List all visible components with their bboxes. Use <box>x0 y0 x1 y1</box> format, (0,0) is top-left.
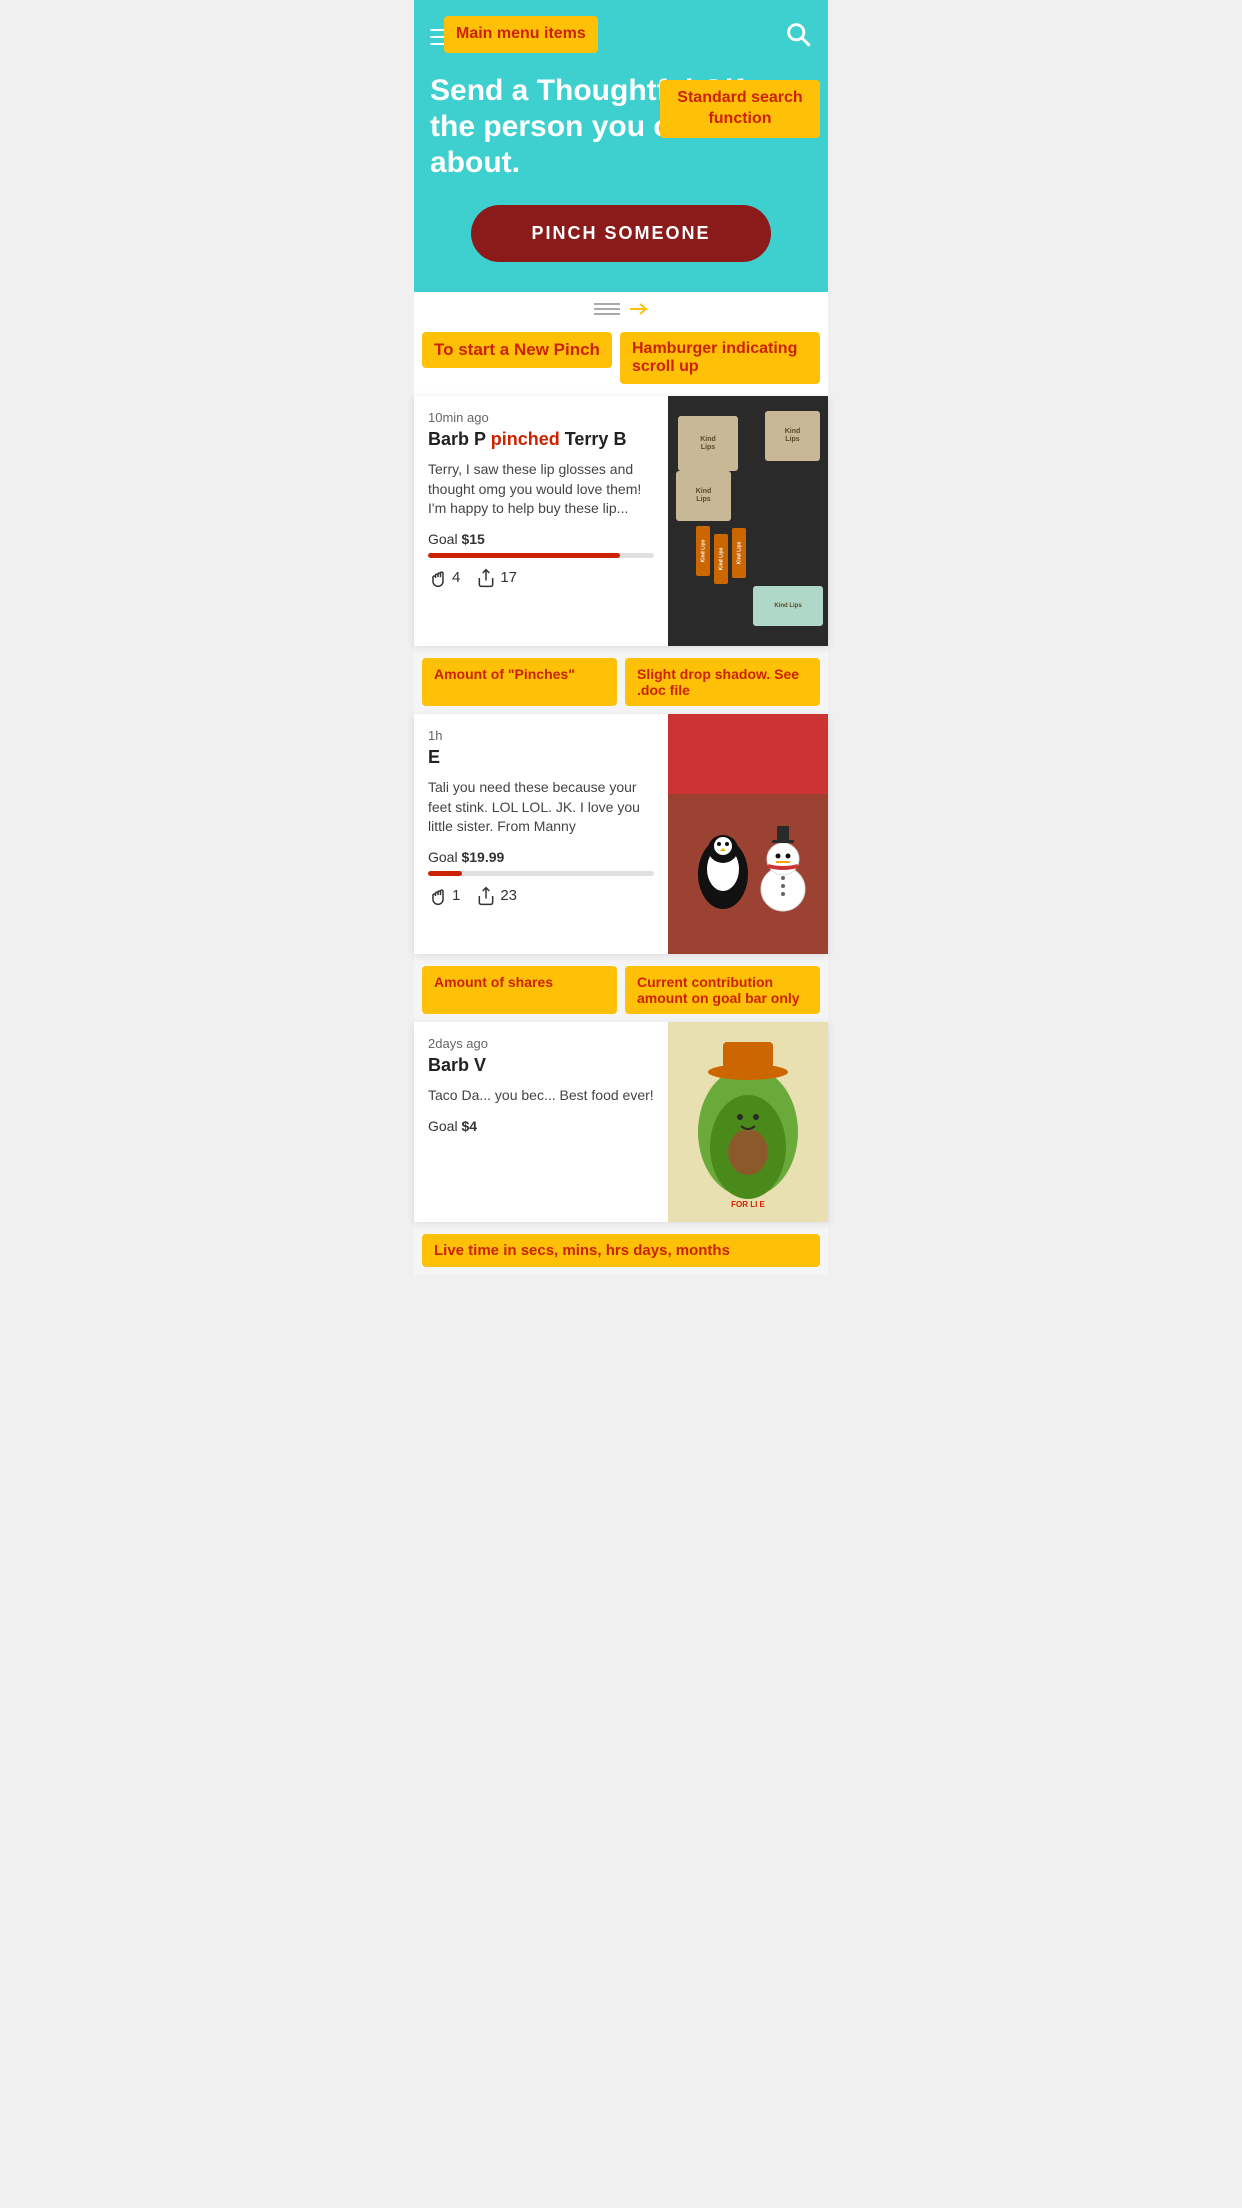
feed-card-1: 10min ago Barb P pinched Terry B Terry, … <box>414 396 828 646</box>
card-2-timestamp: 1h <box>428 728 654 743</box>
svg-text:FOR LI E: FOR LI E <box>731 1200 765 1209</box>
hand-icon <box>428 568 448 588</box>
kindlips-product-image: KindLips KindLips KindLips Kind Lips Kin… <box>668 396 828 646</box>
card-1-headline: Barb P pinched Terry B <box>428 429 654 450</box>
card-2-actions: 1 23 <box>428 886 654 906</box>
card-3-left: 2days ago Barb V Taco Da... you bec... B… <box>414 1022 668 1222</box>
card-2-container: 1h E ··· Tali you need these because you… <box>414 714 828 1022</box>
card-1-image: KindLips KindLips KindLips Kind Lips Kin… <box>668 396 828 646</box>
feed-card-2: 1h E ··· Tali you need these because you… <box>414 714 828 954</box>
card-2-headline: E <box>428 747 654 768</box>
socks-product-image <box>668 714 828 954</box>
card-1-timestamp: 10min ago <box>428 410 654 425</box>
card-2-goal-bar <box>428 871 654 876</box>
annotation-drop-shadow: Slight drop shadow. See .doc file <box>625 658 820 706</box>
card-1-body: Terry, I saw these lip glosses and thoug… <box>428 460 654 519</box>
card-3-container: 2days ago Barb V Taco Da... you bec... B… <box>414 1022 828 1275</box>
card-3-annotation: Live time in secs, mins, hrs days, month… <box>414 1230 828 1275</box>
card-1-share-count: 17 <box>500 569 517 586</box>
card-2-image <box>668 714 828 954</box>
card-2-left: 1h E ··· Tali you need these because you… <box>414 714 668 954</box>
card-1-goal-bar <box>428 553 654 558</box>
search-icon[interactable] <box>784 20 812 53</box>
card-1-annotations: Amount of "Pinches" Slight drop shadow. … <box>414 654 828 714</box>
card-1-goal: Goal $15 <box>428 531 654 547</box>
socks-svg <box>668 714 828 954</box>
card-3-user: Barb V <box>428 1055 486 1075</box>
annotation-hamburger-scroll: Hamburger indicating scroll up <box>620 332 820 384</box>
arrow-right-icon <box>630 303 650 315</box>
card-1-left: 10min ago Barb P pinched Terry B Terry, … <box>414 396 668 646</box>
annotation-row: To start a New Pinch Hamburger indicatin… <box>414 326 828 396</box>
card-3-goal: Goal $4 <box>428 1118 654 1134</box>
annotation-amount-pinches: Amount of "Pinches" <box>422 658 617 706</box>
share-icon <box>476 568 496 588</box>
card-3-image: FOR LI E <box>668 1022 828 1222</box>
card-3-body: Taco Da... you bec... Best food ever! <box>428 1086 654 1106</box>
feed-card-3: 2days ago Barb V Taco Da... you bec... B… <box>414 1022 828 1222</box>
annotation-contribution: Current contribution amount on goal bar … <box>625 966 820 1014</box>
card-2-pinch-button[interactable]: 1 <box>428 886 460 906</box>
card-1-action: pinched <box>491 429 560 449</box>
card-2-share-button[interactable]: 23 <box>476 886 517 906</box>
card-2-body: Tali you need these because your feet st… <box>428 778 654 837</box>
card-2-goal: Goal $19.99 <box>428 849 654 865</box>
annotation-live-time: Live time in secs, mins, hrs days, month… <box>422 1234 820 1267</box>
scroll-annotation-section: To start a New Pinch Hamburger indicatin… <box>414 292 828 396</box>
annotation-new-pinch: To start a New Pinch <box>422 332 612 368</box>
hand-icon-2 <box>428 886 448 906</box>
scroll-indicator <box>414 292 828 326</box>
card-1-pinch-button[interactable]: 4 <box>428 568 460 588</box>
card-2-user: E <box>428 747 440 767</box>
card-2-goal-fill <box>428 871 462 876</box>
card-2-annotations: Amount of shares Current contribution am… <box>414 962 828 1022</box>
card-3-headline: Barb V <box>428 1055 654 1076</box>
card-1-recipient: Terry B <box>565 429 627 449</box>
app-header: Main menu items Standard search function… <box>414 0 828 292</box>
card-1-user: Barb P <box>428 429 486 449</box>
annotation-amount-shares: Amount of shares <box>422 966 617 1014</box>
feed: 10min ago Barb P pinched Terry B Terry, … <box>414 396 828 1275</box>
card-2-share-count: 23 <box>500 887 517 904</box>
card-1-container: 10min ago Barb P pinched Terry B Terry, … <box>414 396 828 714</box>
card-1-goal-fill <box>428 553 620 558</box>
card-1-actions: 4 17 <box>428 568 654 588</box>
annotation-main-menu: Main menu items <box>444 16 598 53</box>
annotation-search: Standard search function <box>660 80 820 138</box>
card-3-timestamp: 2days ago <box>428 1036 654 1051</box>
share-icon-2 <box>476 886 496 906</box>
card-2-pinch-count: 1 <box>452 887 460 904</box>
taco-product-image: FOR LI E <box>668 1022 828 1222</box>
taco-svg: FOR LI E <box>668 1022 828 1222</box>
card-1-share-button[interactable]: 17 <box>476 568 517 588</box>
pinch-someone-button[interactable]: PINCH SOMEONE <box>471 205 770 262</box>
card-1-pinch-count: 4 <box>452 569 460 586</box>
